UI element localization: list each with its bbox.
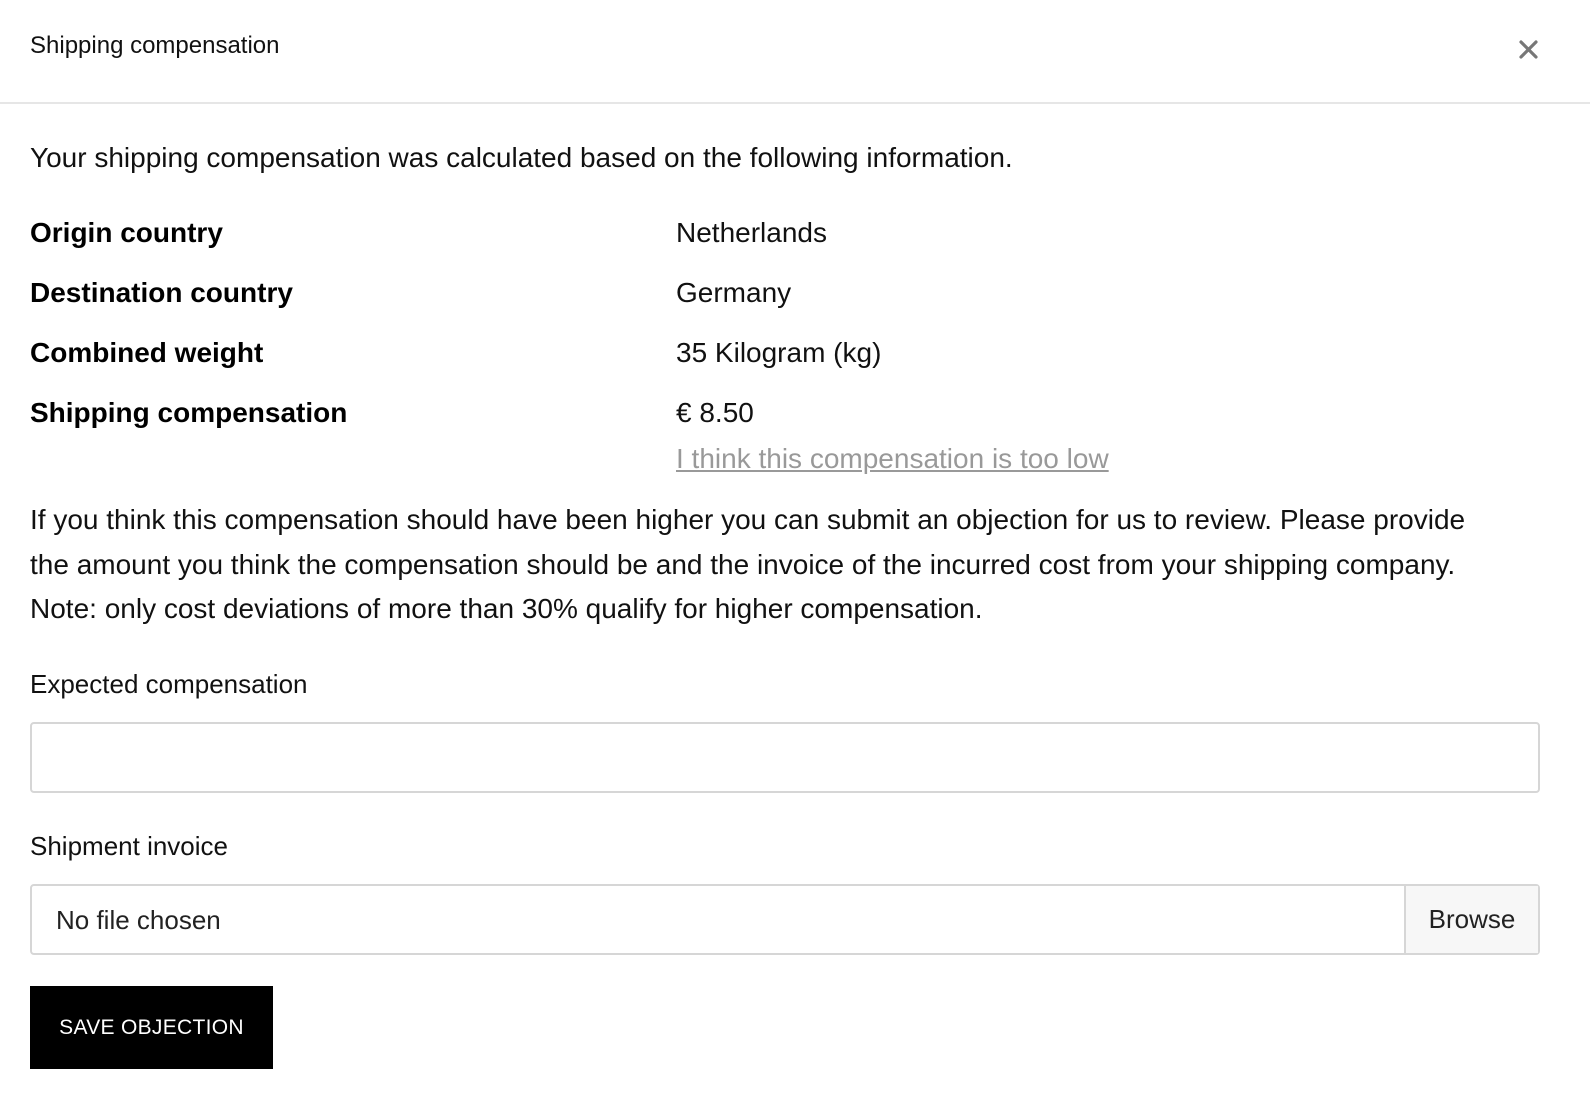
expected-compensation-label: Expected compensation — [30, 669, 308, 699]
compensation-too-low-link[interactable]: I think this compensation is too low — [676, 443, 1109, 475]
origin-country-value: Netherlands — [676, 217, 827, 248]
modal-title: Shipping compensation — [30, 32, 280, 59]
file-status-text: No file chosen — [56, 905, 221, 935]
combined-weight-label: Combined weight — [30, 337, 264, 368]
expected-compensation-input[interactable] — [30, 722, 1540, 793]
intro-text: Your shipping compensation was calculate… — [30, 142, 1013, 173]
modal-header: Shipping compensation — [0, 0, 1590, 104]
origin-country-label: Origin country — [30, 217, 223, 248]
shipping-compensation-label: Shipping compensation — [30, 397, 348, 428]
save-objection-button[interactable]: SAVE OBJECTION — [30, 986, 273, 1069]
shipping-compensation-modal: Shipping compensation Your shipping comp… — [0, 0, 1590, 1110]
explanation-line: Note: only cost deviations of more than … — [30, 593, 983, 624]
combined-weight-value: 35 Kilogram (kg) — [676, 337, 882, 368]
browse-button[interactable]: Browse — [1404, 886, 1538, 953]
close-icon — [1519, 40, 1538, 59]
destination-country-label: Destination country — [30, 277, 293, 308]
objection-explanation: If you think this compensation should ha… — [30, 498, 1560, 632]
close-button[interactable] — [1510, 30, 1548, 68]
destination-country-value: Germany — [676, 277, 792, 308]
explanation-line: If you think this compensation should ha… — [30, 504, 1466, 535]
explanation-line: the amount you think the compensation sh… — [30, 548, 1456, 580]
shipment-invoice-file-input[interactable]: No file chosen Browse — [30, 884, 1540, 955]
shipment-invoice-label: Shipment invoice — [30, 831, 228, 861]
shipping-compensation-value: € 8.50 — [676, 397, 754, 428]
